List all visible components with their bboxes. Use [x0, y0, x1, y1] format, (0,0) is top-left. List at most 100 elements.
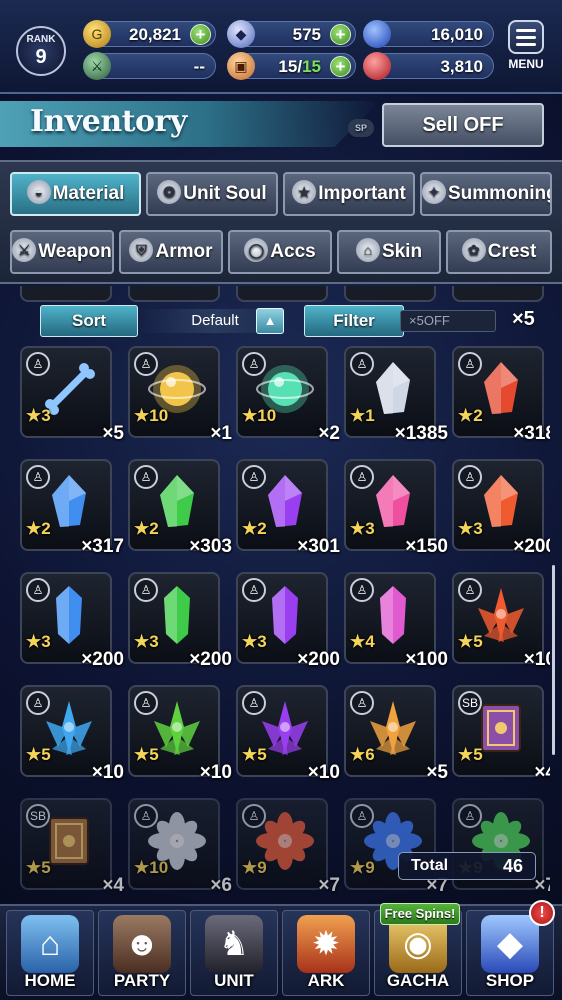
nav-ark-label: ARK: [307, 971, 345, 990]
guild-emblem-icon: ⚔: [83, 52, 111, 80]
unit-soul-icon: ❂: [157, 179, 182, 204]
inventory-item[interactable]: ♙★2×318: [452, 346, 550, 444]
inventory-item[interactable]: ♙ ★2 ×317: [20, 459, 124, 557]
add-stamina-button[interactable]: +: [330, 56, 351, 77]
item-rarity: ★3: [242, 632, 267, 651]
nav-ark[interactable]: ✹ ARK: [282, 910, 370, 996]
inventory-item[interactable]: ♙★5×10: [236, 685, 340, 783]
item-rarity-value: 10: [149, 858, 169, 877]
inventory-item[interactable]: ♙★3×200: [452, 459, 550, 557]
scrollbar[interactable]: [552, 565, 555, 755]
item-quantity: ×317: [81, 536, 124, 557]
free-spins-badge[interactable]: Free Spins!: [380, 903, 460, 925]
blue-orb-value: 16,010: [431, 25, 483, 44]
sort-button[interactable]: Sort: [40, 305, 138, 337]
inventory-item[interactable]: ♙ ★2 ×301: [236, 459, 340, 557]
sell-toggle-button[interactable]: SP Sell OFF: [348, 103, 544, 147]
item-quantity: ×150: [405, 536, 448, 557]
item-rarity: ★5: [458, 745, 483, 764]
item-rarity-value: 3: [365, 519, 375, 538]
nav-home[interactable]: ⌂ HOME: [6, 910, 94, 996]
inventory-grid: ♙★3×5♙★10×1♙★10×2♙★1×1385♙★2×318♙★2×317♙…: [20, 342, 550, 902]
nav-party[interactable]: ☻ PARTY: [98, 910, 186, 996]
nav-unit-label: UNIT: [214, 971, 254, 990]
inventory-item[interactable]: ♙ ★2 ×303: [128, 459, 232, 557]
total-label: Total: [411, 857, 449, 874]
inventory-item[interactable]: ♙★5×10: [128, 685, 232, 783]
item-quantity: ×10: [91, 762, 124, 783]
inventory-item[interactable]: ♙ ★6 ×5: [344, 685, 448, 783]
nav-home-label: HOME: [24, 971, 76, 990]
inventory-item[interactable]: ♙★3×200: [236, 572, 340, 670]
nav-unit[interactable]: ♞ UNIT: [190, 910, 278, 996]
tab-crest[interactable]: ✿ Crest: [446, 230, 552, 274]
inventory-item[interactable]: ♙ ★10 ×2: [236, 346, 340, 444]
item-rarity-value: 6: [365, 745, 375, 764]
item-rarity: ★3: [350, 519, 375, 538]
item-rarity: ★2: [458, 406, 483, 425]
inventory-item[interactable]: ♙★9×7: [236, 798, 340, 896]
item-rarity: ★3: [26, 406, 51, 425]
item-rarity: ★4: [350, 632, 375, 651]
tab-accs-label: Accs: [270, 241, 316, 262]
inventory-item[interactable]: ♙ ★1 ×1385: [344, 346, 448, 444]
tab-accs[interactable]: ◯ Accs: [228, 230, 332, 274]
item-rarity: ★9: [242, 858, 267, 877]
tab-armor[interactable]: ⛨ Armor: [119, 230, 223, 274]
inventory-item[interactable]: ♙★5×10: [452, 572, 550, 670]
item-rarity-value: 5: [41, 858, 51, 877]
sword-icon: ⚔: [12, 237, 37, 262]
visiore-counter: ◆ 575 +: [227, 20, 356, 48]
add-gil-button[interactable]: +: [190, 24, 211, 45]
tab-skin[interactable]: ⌂ Skin: [337, 230, 441, 274]
menu-button[interactable]: MENU: [502, 20, 550, 82]
add-visiore-button[interactable]: +: [330, 24, 351, 45]
item-rarity-value: 1: [365, 406, 375, 425]
inventory-item[interactable]: ♙★5×10: [20, 685, 124, 783]
item-rarity-value: 10: [257, 406, 277, 425]
shop-alert-badge: !: [529, 900, 555, 926]
item-rarity: ★5: [26, 858, 51, 877]
item-rarity: ★5: [134, 745, 159, 764]
tab-material[interactable]: ◒ Material: [10, 172, 141, 216]
player-rank-badge[interactable]: RANK 9: [16, 26, 66, 76]
item-rarity-value: 9: [257, 858, 267, 877]
inventory-item[interactable]: ♙★3×200: [20, 572, 124, 670]
item-quantity: ×7: [534, 875, 550, 896]
filter-button[interactable]: Filter: [304, 305, 404, 337]
item-quantity: ×5: [102, 423, 124, 444]
inventory-item[interactable]: ♙ ★10 ×6: [128, 798, 232, 896]
item-rarity: ★3: [26, 632, 51, 651]
guild-value: --: [193, 57, 205, 76]
inventory-item[interactable]: ♙★3×200: [128, 572, 232, 670]
nav-party-label: PARTY: [113, 971, 171, 990]
partial-row-above: [20, 286, 550, 302]
tab-weapon[interactable]: ⚔ Weapon: [10, 230, 114, 274]
inventory-item[interactable]: ♙ ★4 ×100: [344, 572, 448, 670]
inventory-item[interactable]: ♙ ★10 ×1: [128, 346, 232, 444]
item-rarity: ★5: [242, 745, 267, 764]
tab-weapon-label: Weapon: [38, 241, 112, 262]
total-count: Total 46: [398, 852, 536, 880]
ring-icon: ◯: [244, 237, 269, 262]
inventory-item[interactable]: ♙ ★3 ×5: [20, 346, 124, 444]
tab-summoning[interactable]: ✦ Summoning: [420, 172, 552, 216]
total-value: 46: [502, 856, 523, 876]
item-rarity-value: 3: [41, 406, 51, 425]
stamina-max: 15: [302, 57, 321, 76]
nav-gacha-label: GACHA: [386, 971, 450, 990]
item-rarity: ★10: [242, 406, 277, 425]
inventory-item[interactable]: SB★5×4: [452, 685, 550, 783]
tab-important[interactable]: ★ Important: [283, 172, 415, 216]
item-quantity: ×200: [189, 649, 232, 670]
bottom-navigation: ⌂ HOME ☻ PARTY ♞ UNIT ✹ ARK ◉ GACHA ◆ SH…: [0, 904, 562, 1000]
inventory-item[interactable]: SB★5×4: [20, 798, 124, 896]
sort-filter-bar: Sort Default ▲ Filter ×5OFF ×5: [40, 305, 546, 337]
item-rarity-value: 3: [257, 632, 267, 651]
item-rarity-value: 5: [149, 745, 159, 764]
tab-unit-soul[interactable]: ❂ Unit Soul: [146, 172, 278, 216]
inventory-item[interactable]: ♙ ★3 ×150: [344, 459, 448, 557]
triangle-up-icon: ▲: [263, 313, 277, 328]
sort-order-toggle[interactable]: ▲: [256, 308, 284, 334]
item-quantity: ×4: [534, 762, 550, 783]
